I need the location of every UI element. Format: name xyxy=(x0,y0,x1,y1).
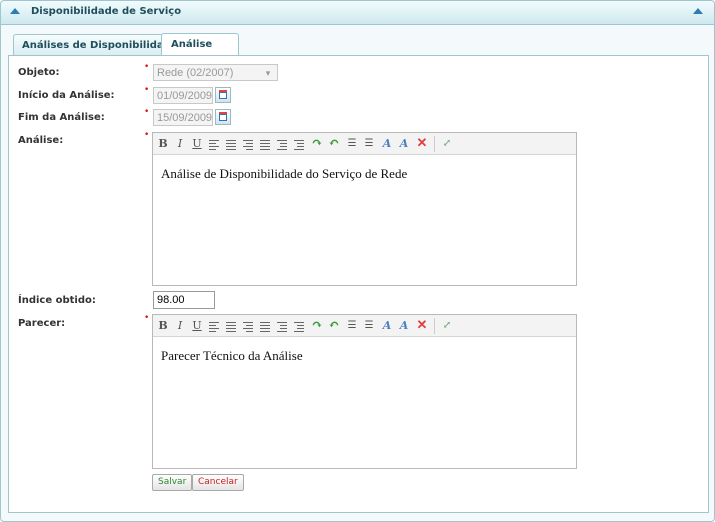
redo-icon[interactable]: ↷ xyxy=(310,137,324,151)
inicio-date-input[interactable]: 01/09/2009 xyxy=(153,87,213,104)
ordered-list-icon[interactable]: ☰ xyxy=(345,137,359,151)
undo-icon[interactable]: ↶ xyxy=(327,137,341,151)
indent-icon[interactable] xyxy=(292,319,306,333)
fim-date-input[interactable]: 15/09/2009 xyxy=(153,109,213,126)
fim-label: Fim da Análise: xyxy=(18,112,105,123)
toolbar-divider xyxy=(434,318,435,334)
highlight-color-icon[interactable]: A xyxy=(397,137,411,151)
ordered-list-icon[interactable]: ☰ xyxy=(345,319,359,333)
toolbar-divider xyxy=(434,136,435,152)
italic-button[interactable]: I xyxy=(173,319,187,333)
highlight-color-icon[interactable]: A xyxy=(397,319,411,333)
required-marker: • xyxy=(144,130,150,140)
remove-format-icon[interactable]: ✕ xyxy=(415,319,429,333)
fullscreen-icon[interactable]: ⤢ xyxy=(440,319,454,333)
remove-format-icon[interactable]: ✕ xyxy=(415,137,429,151)
underline-button[interactable]: U xyxy=(190,319,204,333)
analise-editor-content[interactable]: Análise de Disponibilidade do Serviço de… xyxy=(161,166,407,182)
tab-analise[interactable]: Análise xyxy=(161,33,240,57)
collapse-arrow-icon[interactable] xyxy=(10,8,20,14)
text-color-icon[interactable]: A xyxy=(380,319,394,333)
required-marker: • xyxy=(144,62,150,72)
align-center-icon[interactable] xyxy=(224,137,238,151)
outdent-icon[interactable] xyxy=(275,137,289,151)
align-right-icon[interactable] xyxy=(241,137,255,151)
indent-icon[interactable] xyxy=(292,137,306,151)
align-justify-icon[interactable] xyxy=(258,319,272,333)
undo-icon[interactable]: ↶ xyxy=(327,319,341,333)
objeto-label: Objeto: xyxy=(18,67,60,78)
align-left-icon[interactable] xyxy=(207,137,221,151)
panel: Disponibilidade de Serviço Análises de D… xyxy=(0,0,715,522)
analise-label: Análise: xyxy=(18,135,64,146)
underline-button[interactable]: U xyxy=(190,137,204,151)
calendar-icon[interactable] xyxy=(215,87,231,103)
unordered-list-icon[interactable]: ☰ xyxy=(362,319,376,333)
editor-toolbar: B I U ↷ ↶ ☰ ☰ A A ✕ ⤢ xyxy=(153,315,576,337)
save-button[interactable]: Salvar xyxy=(152,474,193,491)
chevron-down-icon: ▾ xyxy=(265,68,271,78)
indice-input[interactable]: 98.00 xyxy=(153,291,215,309)
fullscreen-icon[interactable]: ⤢ xyxy=(440,137,454,151)
collapse-panel-icon[interactable] xyxy=(693,8,703,14)
unordered-list-icon[interactable]: ☰ xyxy=(362,137,376,151)
objeto-select[interactable]: Rede (02/2007) ▾ xyxy=(153,64,278,81)
objeto-select-value: Rede (02/2007) xyxy=(157,67,234,79)
analise-editor[interactable]: B I U ↷ ↶ ☰ ☰ A A ✕ ⤢ Análise de Disponi… xyxy=(152,132,577,286)
parecer-editor-content[interactable]: Parecer Técnico da Análise xyxy=(161,348,303,364)
parecer-label: Parecer: xyxy=(18,318,66,329)
panel-header: Disponibilidade de Serviço xyxy=(1,1,714,25)
bold-button[interactable]: B xyxy=(156,137,170,151)
align-left-icon[interactable] xyxy=(207,319,221,333)
calendar-icon[interactable] xyxy=(215,109,231,125)
indice-label: Índice obtido: xyxy=(18,295,96,306)
text-color-icon[interactable]: A xyxy=(380,137,394,151)
parecer-editor[interactable]: B I U ↷ ↶ ☰ ☰ A A ✕ ⤢ Parecer Técnico da… xyxy=(152,314,577,469)
inicio-label: Início da Análise: xyxy=(18,90,115,101)
cancel-button[interactable]: Cancelar xyxy=(192,474,244,491)
required-marker: • xyxy=(144,85,150,95)
panel-title: Disponibilidade de Serviço xyxy=(31,6,182,17)
editor-toolbar: B I U ↷ ↶ ☰ ☰ A A ✕ ⤢ xyxy=(153,133,576,155)
redo-icon[interactable]: ↷ xyxy=(310,319,324,333)
align-justify-icon[interactable] xyxy=(258,137,272,151)
bold-button[interactable]: B xyxy=(156,319,170,333)
align-center-icon[interactable] xyxy=(224,319,238,333)
align-right-icon[interactable] xyxy=(241,319,255,333)
outdent-icon[interactable] xyxy=(275,319,289,333)
required-marker: • xyxy=(144,107,150,117)
italic-button[interactable]: I xyxy=(173,137,187,151)
required-marker: • xyxy=(144,313,150,323)
